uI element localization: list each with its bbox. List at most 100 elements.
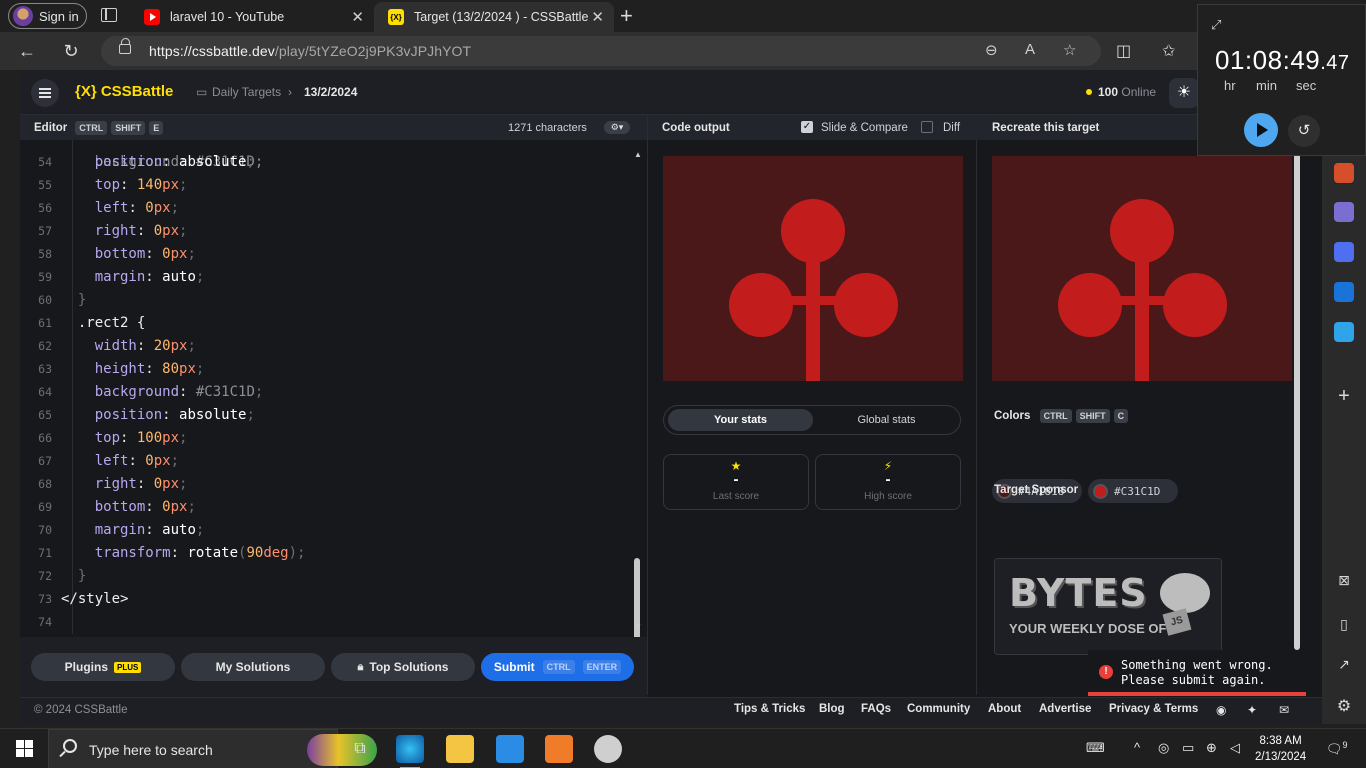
windows-taskbar: Type here to search ⧉ ⌨ ^ ◎ ▭ ⊕ ◁ 8:38 A…	[0, 728, 1366, 768]
tab-youtube[interactable]: laravel 10 - YouTube ✕	[130, 2, 374, 32]
refresh-button[interactable]: ↻	[58, 38, 84, 64]
high-score-card: ⚡︎ - High score	[815, 454, 961, 510]
footer-link[interactable]: Blog	[819, 703, 845, 715]
scroll-down-arrow[interactable]: ▼	[634, 622, 642, 631]
volume-icon[interactable]: ◁	[1230, 740, 1240, 756]
clock-app-icon[interactable]	[594, 735, 622, 763]
mail-icon[interactable]: ✉	[1279, 703, 1289, 717]
line-number: 68	[38, 477, 52, 491]
expand-icon[interactable]: ⤢	[1211, 17, 1221, 33]
color-swatch	[1093, 483, 1108, 499]
line-number: 59	[38, 270, 52, 284]
tab-cssbattle[interactable]: {X} Target (13/2/2024 ) - CSSBattle ✕	[374, 2, 614, 32]
footer-link[interactable]: Community	[907, 703, 970, 715]
settings-icon[interactable]: ⚙	[1334, 696, 1354, 716]
code-text: }	[61, 568, 87, 584]
footer-link[interactable]: Tips & Tricks	[734, 703, 805, 715]
external-icon[interactable]: ↗	[1334, 656, 1354, 676]
battery-icon[interactable]: ▭	[1182, 740, 1194, 756]
discord-icon[interactable]: ◉	[1216, 703, 1226, 717]
scroll-up-arrow[interactable]: ▲	[634, 150, 642, 159]
copilot-icon[interactable]	[1334, 242, 1354, 262]
code-editor[interactable]: background: #C31C1D; 54 position: absolu…	[28, 140, 645, 634]
site-header: {X} CSSBattle ▭ Daily Targets › 13/2/202…	[20, 70, 1322, 115]
line-number: 67	[38, 454, 52, 468]
tab-title: laravel 10 - YouTube	[170, 10, 285, 24]
tab-actions-icon[interactable]	[101, 8, 117, 22]
plugins-button[interactable]: Plugins PLUS	[31, 653, 175, 681]
add-icon[interactable]: +	[1334, 386, 1354, 406]
site-logo[interactable]: {X} CSSBattle	[75, 83, 173, 100]
footer-link[interactable]: FAQs	[861, 703, 891, 715]
footer-link[interactable]: About	[988, 703, 1021, 715]
meet-icon[interactable]: ◎	[1158, 740, 1169, 756]
diff-checkbox[interactable]	[921, 121, 933, 133]
vscode-icon[interactable]	[496, 735, 524, 763]
favorites-icon[interactable]: ✩	[1162, 41, 1175, 61]
games-icon[interactable]	[1334, 202, 1354, 222]
zoom-icon[interactable]: ⊖	[985, 41, 998, 59]
gear-icon[interactable]: ⚙▾	[604, 121, 630, 134]
network-icon[interactable]: ⊕	[1206, 740, 1217, 756]
sponsor-banner[interactable]: BYTES YOUR WEEKLY DOSE OF JS	[994, 558, 1222, 655]
taskbar-search[interactable]: Type here to search	[48, 729, 377, 768]
color-chip[interactable]: #C31C1D	[1088, 479, 1178, 503]
code-text: transform: rotate(90deg);	[94, 545, 306, 561]
reset-icon[interactable]: ↺	[1288, 115, 1320, 147]
code-line: 60 }	[28, 289, 628, 312]
url-text: https://cssbattle.dev/play/5tYZeO2j9PK3v…	[149, 43, 472, 59]
tab-your-stats[interactable]: Your stats	[668, 409, 813, 431]
line-number: 70	[38, 523, 52, 537]
xampp-icon[interactable]	[545, 735, 573, 763]
tab-global-stats[interactable]: Global stats	[814, 409, 959, 431]
shortcut-key: E	[149, 120, 164, 135]
read-aloud-icon[interactable]: A	[1025, 41, 1035, 58]
high-score-label: High score	[864, 491, 912, 502]
code-line: 73 </style>	[28, 588, 628, 611]
play-icon[interactable]	[1244, 113, 1278, 147]
close-tab-icon[interactable]: ✕	[591, 8, 604, 26]
favorite-star-icon[interactable]: ☆	[1063, 41, 1076, 59]
notification-icon[interactable]: 🗨︎9	[1326, 740, 1348, 757]
close-tab-icon[interactable]: ✕	[351, 8, 364, 26]
page-scrollbar[interactable]	[1294, 120, 1300, 650]
send-icon[interactable]	[1334, 322, 1354, 342]
outlook-icon[interactable]	[1334, 282, 1354, 302]
slide-compare-checkbox[interactable]: ✓	[801, 121, 813, 133]
timer-label: hr	[1224, 78, 1236, 93]
file-explorer-icon[interactable]	[446, 735, 474, 763]
tools-icon[interactable]	[1334, 163, 1354, 183]
address-bar[interactable]: https://cssbattle.dev/play/5tYZeO2j9PK3v…	[101, 36, 1101, 66]
chevron-up-icon[interactable]: ^	[1134, 740, 1140, 755]
sidebar-toggle-icon[interactable]: ▯	[1334, 616, 1354, 636]
submit-button[interactable]: Submit CTRL ENTER	[481, 653, 634, 681]
top-solutions-button[interactable]: 🔒︎ Top Solutions	[331, 653, 475, 681]
output-header: Code output ✓ Slide & Compare Diff	[648, 115, 978, 140]
code-line: 68 right: 0px;	[28, 473, 628, 496]
theme-toggle-sun-icon[interactable]: ☀	[1169, 78, 1199, 108]
code-line: 58 bottom: 0px;	[28, 243, 628, 266]
split-screen-icon[interactable]: ◫	[1116, 41, 1131, 61]
breadcrumb-daily-targets[interactable]: Daily Targets	[212, 85, 281, 99]
menu-button[interactable]	[31, 79, 59, 107]
footer-link[interactable]: Advertise	[1039, 703, 1091, 715]
new-tab-button[interactable]: +	[620, 3, 633, 29]
calendar-icon: ▭	[196, 85, 208, 99]
footer-link[interactable]: Privacy & Terms	[1109, 703, 1198, 715]
my-solutions-button[interactable]: My Solutions	[181, 653, 325, 681]
keyboard-icon[interactable]: ⌨	[1086, 740, 1105, 756]
back-button[interactable]: ←	[14, 38, 40, 64]
code-output-canvas[interactable]	[663, 156, 963, 381]
twitter-icon[interactable]: ✦	[1247, 703, 1257, 717]
profile-button[interactable]: Sign in	[8, 3, 87, 29]
browser-tab-strip: Sign in laravel 10 - YouTube ✕ {X} Targe…	[0, 0, 1366, 32]
last-score-label: Last score	[712, 491, 760, 502]
windows-start-icon[interactable]	[16, 740, 33, 757]
cssbattle-page: {X} CSSBattle ▭ Daily Targets › 13/2/202…	[20, 70, 1322, 724]
system-clock[interactable]: 8:38 AM 2/13/2024	[1255, 733, 1306, 765]
task-view-icon[interactable]: ⧉	[346, 735, 374, 763]
screenshot-icon[interactable]: ⊠	[1334, 572, 1354, 592]
edge-app-icon[interactable]	[396, 735, 424, 768]
output-title: Code output	[662, 121, 730, 134]
error-toast[interactable]: ! Something went wrong. Please submit ag…	[1088, 650, 1306, 696]
